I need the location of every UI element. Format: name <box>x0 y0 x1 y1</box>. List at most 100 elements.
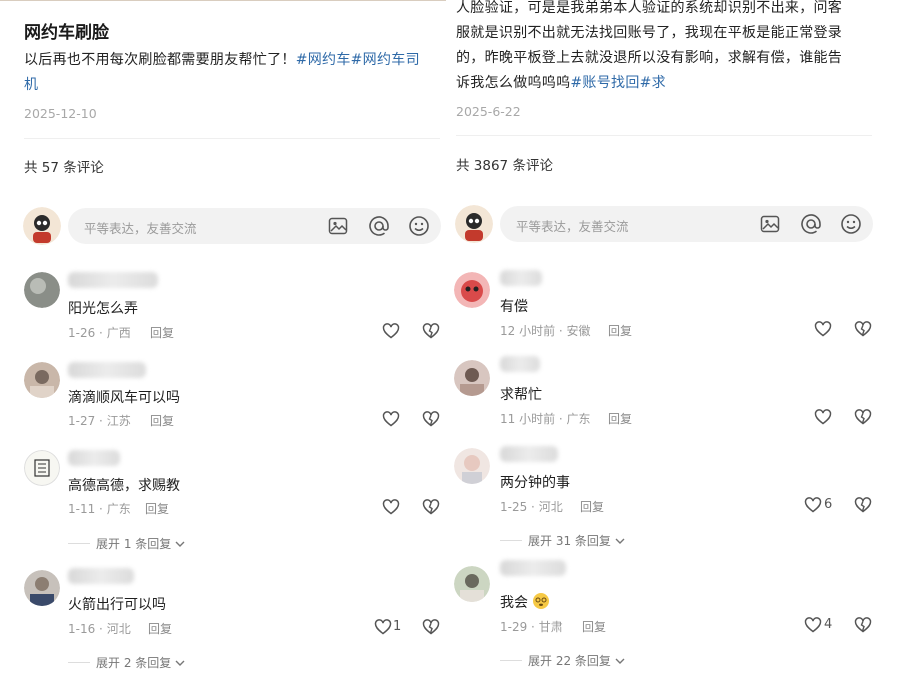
image-icon[interactable] <box>759 213 781 235</box>
username-blurred[interactable] <box>500 560 566 576</box>
expand-line <box>68 543 90 544</box>
reply-button[interactable]: 回复 <box>580 498 604 515</box>
username-blurred[interactable] <box>68 568 134 584</box>
expand-replies-button[interactable]: 展开 2 条回复 <box>68 654 186 671</box>
broken-heart-icon[interactable] <box>422 498 440 516</box>
reply-button[interactable]: 回复 <box>608 322 632 339</box>
comment-text: 两分钟的事 <box>500 475 570 491</box>
comment-text: 有偿 <box>500 299 528 315</box>
post-body-line: 诉我怎么做呜呜呜 <box>456 75 571 91</box>
like-count: 1 <box>393 619 402 634</box>
heart-icon[interactable] <box>382 322 400 340</box>
heart-icon[interactable] <box>382 498 400 516</box>
comment-meta: 1-26 · 广西 <box>68 326 131 340</box>
comment-text: 高德高德，求赐教 <box>68 478 180 494</box>
my-avatar[interactable] <box>23 207 61 245</box>
broken-heart-icon[interactable] <box>854 408 872 426</box>
reply-button[interactable]: 回复 <box>148 620 172 637</box>
comment-input[interactable]: 平等表达，友善交流 <box>500 206 873 242</box>
comment-meta: 1-29 · 甘肃 <box>500 620 563 634</box>
at-icon[interactable] <box>368 215 390 237</box>
at-icon[interactable] <box>800 213 822 235</box>
post-body-line: 人脸验证，可是是我弟弟本人验证的系统却识别不出来，问客 <box>456 0 843 16</box>
comment-text: 滴滴顺风车可以吗 <box>68 390 180 406</box>
emoji-icon[interactable] <box>840 213 862 235</box>
comment-meta: 1-16 · 河北 <box>68 622 131 636</box>
expand-line <box>500 660 522 661</box>
divider <box>456 135 872 136</box>
comment-text: 求帮忙 <box>500 387 542 403</box>
heart-icon[interactable] <box>814 320 832 338</box>
heart-icon[interactable] <box>382 410 400 428</box>
left-post-panel: 网约车刷脸 以后再也不用每次刷脸都需要朋友帮忙了！#网约车#网约车司机 2025… <box>0 0 450 675</box>
post-title: 网约车刷脸 <box>24 23 109 43</box>
commenter-avatar[interactable] <box>454 360 490 396</box>
expand-line <box>68 662 90 663</box>
broken-heart-icon[interactable] <box>422 322 440 340</box>
username-blurred[interactable] <box>500 356 540 372</box>
expand-replies-button[interactable]: 展开 31 条回复 <box>500 532 626 549</box>
post-date: 2025-6-22 <box>456 104 521 119</box>
commenter-avatar[interactable] <box>24 272 60 308</box>
hashtag-link[interactable]: #网约车司 <box>351 52 420 68</box>
broken-heart-icon[interactable] <box>854 616 872 634</box>
hashtag-link[interactable]: #网约车 <box>296 52 351 68</box>
heart-icon[interactable] <box>804 616 822 634</box>
comment-count: 共 3867 条评论 <box>456 158 553 174</box>
chevron-down-icon <box>175 541 185 547</box>
divider <box>24 138 440 139</box>
comment-meta: 11 小时前 · 广东 <box>500 412 591 426</box>
username-blurred[interactable] <box>68 362 146 378</box>
reply-button[interactable]: 回复 <box>150 412 174 429</box>
my-avatar[interactable] <box>455 205 493 243</box>
username-blurred[interactable] <box>68 450 120 466</box>
broken-heart-icon[interactable] <box>854 320 872 338</box>
heart-icon[interactable] <box>814 408 832 426</box>
post-body: 以后再也不用每次刷脸都需要朋友帮忙了！#网约车#网约车司机 <box>24 48 444 98</box>
comment-input-placeholder: 平等表达，友善交流 <box>84 221 197 236</box>
hashtag-link[interactable]: #求 <box>640 75 666 91</box>
commenter-avatar[interactable] <box>24 450 60 486</box>
comment-input[interactable]: 平等表达，友善交流 <box>68 208 441 244</box>
hashtag-link-cont[interactable]: 机 <box>24 77 38 93</box>
commenter-avatar[interactable] <box>24 362 60 398</box>
commenter-avatar[interactable] <box>454 448 490 484</box>
like-count: 6 <box>824 497 833 512</box>
expand-line <box>500 540 522 541</box>
comment-count: 共 57 条评论 <box>24 160 104 176</box>
emoji-icon[interactable] <box>408 215 430 237</box>
heart-icon[interactable] <box>374 618 392 636</box>
comment-meta: 1-27 · 江苏 <box>68 414 131 428</box>
image-icon[interactable] <box>327 215 349 237</box>
reply-button[interactable]: 回复 <box>582 618 606 635</box>
like-count: 4 <box>824 617 833 632</box>
broken-heart-icon[interactable] <box>854 496 872 514</box>
commenter-avatar[interactable] <box>24 570 60 606</box>
username-blurred[interactable] <box>500 446 558 462</box>
reply-button[interactable]: 回复 <box>608 410 632 427</box>
comment-meta: 12 小时前 · 安徽 <box>500 324 591 338</box>
dizzy-face-emoji <box>533 593 550 609</box>
expand-replies-button[interactable]: 展开 1 条回复 <box>68 535 186 552</box>
hashtag-link[interactable]: #账号找回 <box>570 75 639 91</box>
comment-text: 我会 <box>500 592 550 612</box>
chevron-down-icon <box>615 538 625 544</box>
post-body-line: 服就是识别不出就无法找回账号了，我现在平板是能正常登录 <box>456 25 843 41</box>
post-body-text: 以后再也不用每次刷脸都需要朋友帮忙了！ <box>24 52 296 68</box>
comment-text: 火箭出行可以吗 <box>68 597 166 613</box>
post-body: 人脸验证，可是是我弟弟本人验证的系统却识别不出来，问客 服就是识别不出就无法找回… <box>456 0 896 96</box>
broken-heart-icon[interactable] <box>422 618 440 636</box>
chevron-down-icon <box>615 658 625 664</box>
broken-heart-icon[interactable] <box>422 410 440 428</box>
username-blurred[interactable] <box>68 272 158 288</box>
chevron-down-icon <box>175 660 185 666</box>
comment-input-placeholder: 平等表达，友善交流 <box>516 219 629 234</box>
reply-button[interactable]: 回复 <box>150 324 174 341</box>
commenter-avatar[interactable] <box>454 272 490 308</box>
username-blurred[interactable] <box>500 270 542 286</box>
comment-text: 阳光怎么弄 <box>68 301 138 317</box>
commenter-avatar[interactable] <box>454 566 490 602</box>
reply-button[interactable]: 回复 <box>145 500 169 517</box>
expand-replies-button[interactable]: 展开 22 条回复 <box>500 652 626 669</box>
heart-icon[interactable] <box>804 496 822 514</box>
